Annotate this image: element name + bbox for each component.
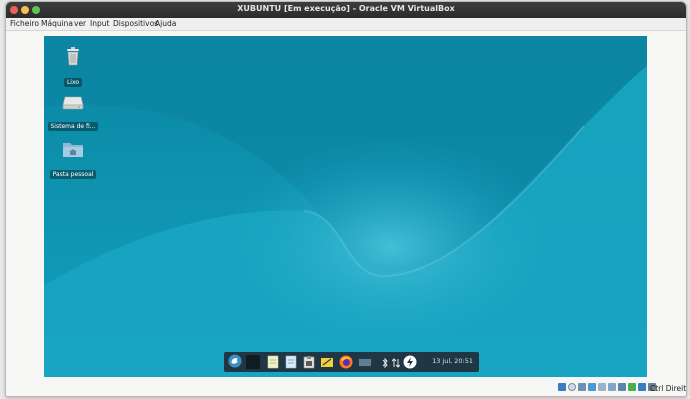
files-icon[interactable] bbox=[267, 355, 279, 369]
display-icon[interactable] bbox=[618, 383, 626, 391]
cpu-icon[interactable] bbox=[638, 383, 646, 391]
show-desktop-icon[interactable] bbox=[246, 355, 260, 369]
network-icon[interactable] bbox=[392, 356, 400, 370]
clipboard-icon[interactable] bbox=[303, 355, 315, 369]
drive-icon bbox=[62, 96, 84, 110]
shared-folders-icon[interactable] bbox=[608, 383, 616, 391]
title-bar[interactable]: XUBUNTU [Em execução] - Oracle VM Virtua… bbox=[6, 2, 686, 18]
mail-icon[interactable] bbox=[320, 355, 334, 369]
trash-icon bbox=[67, 47, 79, 66]
screen-icon[interactable] bbox=[358, 358, 372, 367]
home-folder-icon bbox=[63, 143, 83, 157]
notes-icon[interactable] bbox=[285, 355, 297, 369]
hard-disk-icon[interactable] bbox=[558, 383, 566, 391]
bluetooth-icon[interactable] bbox=[382, 356, 388, 370]
menu-maquina[interactable]: Máquina bbox=[41, 19, 73, 28]
video-capture-icon[interactable] bbox=[628, 383, 636, 391]
desktop-icon-label: Lixo bbox=[63, 78, 83, 87]
power-icon[interactable] bbox=[403, 355, 417, 369]
firefox-icon[interactable] bbox=[339, 355, 353, 369]
desktop-icon-label: Pasta pessoal bbox=[49, 170, 97, 179]
menu-input[interactable]: Input bbox=[90, 19, 109, 28]
audio-icon[interactable] bbox=[578, 383, 586, 391]
desktop-wallpaper bbox=[44, 36, 647, 377]
usb-icon[interactable] bbox=[598, 383, 606, 391]
vm-screen[interactable]: Lixo Sistema de fi... Pasta pessoal 13 j… bbox=[44, 36, 647, 377]
desktop-icon-label: Sistema de fi... bbox=[47, 122, 99, 131]
panel-clock[interactable]: 13 jul, 20:51 bbox=[432, 357, 473, 365]
menu-ficheiro[interactable]: Ficheiro bbox=[10, 19, 39, 28]
desktop-icon-filesystem[interactable]: Sistema de fi... bbox=[46, 94, 100, 133]
virtualbox-window: XUBUNTU [Em execução] - Oracle VM Virtua… bbox=[5, 1, 687, 397]
whisker-menu-icon[interactable] bbox=[227, 354, 243, 368]
xfce-panel: 13 jul, 20:51 bbox=[224, 352, 479, 372]
menu-bar: Ficheiro Máquina ver Input Dispositivos … bbox=[6, 18, 686, 31]
window-title: XUBUNTU [Em execução] - Oracle VM Virtua… bbox=[237, 4, 455, 13]
desktop-icon-home[interactable]: Pasta pessoal bbox=[46, 140, 100, 181]
optical-drive-icon[interactable] bbox=[568, 383, 576, 391]
menu-ajuda[interactable]: Ajuda bbox=[155, 19, 176, 28]
menu-dispositivos[interactable]: Dispositivos bbox=[113, 19, 158, 28]
host-key-label[interactable]: Ctrl Direito bbox=[650, 384, 686, 393]
desktop-icon-trash[interactable]: Lixo bbox=[46, 46, 100, 89]
menu-ver[interactable]: ver bbox=[74, 19, 86, 28]
network-adapter-icon[interactable] bbox=[588, 383, 596, 391]
